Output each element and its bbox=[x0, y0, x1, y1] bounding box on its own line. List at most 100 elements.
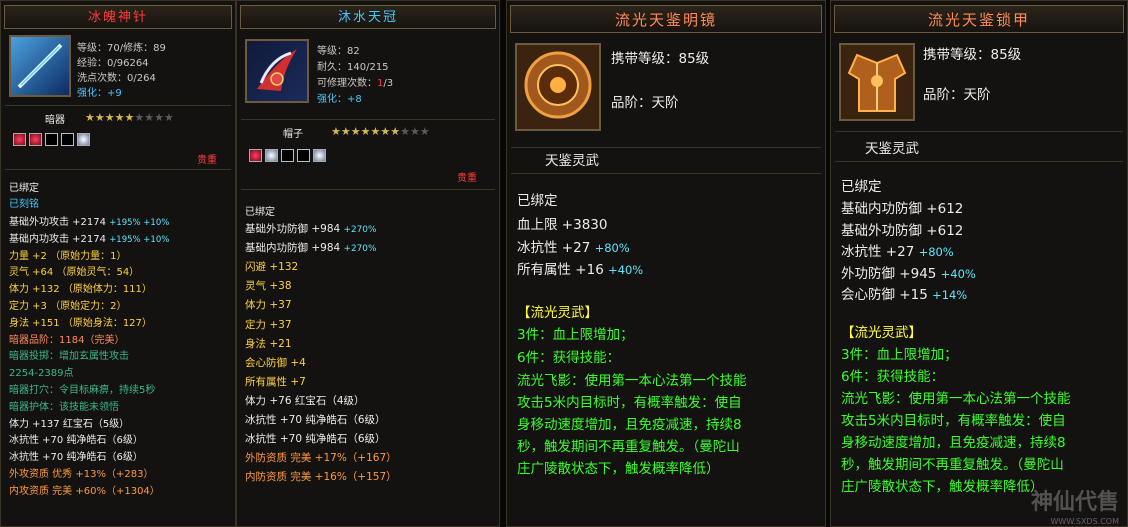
attribute-line: 会心防御 +15 +14% bbox=[841, 283, 967, 303]
rarity-label: 贵重 bbox=[197, 155, 217, 166]
watermark-url: WWW.SXDS.COM bbox=[1050, 517, 1119, 526]
white-gem-icon[interactable] bbox=[313, 149, 326, 162]
attribute-line: 所有属性 +7 bbox=[245, 374, 306, 389]
attribute-bonus: +14% bbox=[932, 288, 968, 303]
red-gem-icon[interactable] bbox=[29, 133, 42, 146]
star-filled-icon: ★ bbox=[370, 125, 381, 138]
attribute-text: 2254-2389点 bbox=[9, 368, 74, 380]
attribute-text: 外功防御 +945 bbox=[841, 265, 941, 282]
bound-status: 已绑定 bbox=[9, 183, 39, 194]
attribute-line: 内防资质 完美 +16%（+157） bbox=[245, 469, 397, 484]
item-title: 沐水天冠 bbox=[240, 5, 496, 29]
attribute-line: 灵气 +38 bbox=[245, 278, 292, 293]
mirror-icon[interactable] bbox=[515, 43, 601, 131]
item-title: 流光天鉴明镜 bbox=[510, 5, 822, 33]
skill-line: 身移动速度增加，且免疫减速，持续8 bbox=[517, 417, 742, 433]
item-title: 冰魄神针 bbox=[4, 5, 232, 29]
attribute-line: 基础内功攻击 +2174 +195% +10% bbox=[9, 230, 169, 245]
attribute-text: 冰抗性 +70 纯净皓石（6级） bbox=[245, 433, 386, 446]
attribute-line: 身法 +151 （原始身法：127） bbox=[9, 314, 152, 329]
item-subtype: 天鉴灵武 bbox=[545, 153, 599, 169]
red-gem-icon[interactable] bbox=[13, 133, 26, 146]
star-filled-icon: ★ bbox=[350, 125, 361, 138]
white-gem-icon[interactable] bbox=[265, 149, 278, 162]
item-subtype: 天鉴灵武 bbox=[865, 141, 919, 157]
attribute-text: 暗器护体：该技能未领悟 bbox=[9, 401, 119, 413]
attribute-text: 基础内功防御 +612 bbox=[841, 201, 964, 217]
needle-glyph-icon bbox=[17, 43, 63, 89]
skill-line: 身移动速度增加，且免疫减速，持续8 bbox=[841, 435, 1066, 451]
red-gem-icon[interactable] bbox=[249, 149, 262, 162]
watermark: 神仙代售 bbox=[1030, 490, 1119, 515]
attribute-text: 暗器品阶：1184（完美） bbox=[9, 334, 125, 346]
skill-line: 流光飞影：使用第一本心法第一个技能 bbox=[517, 373, 747, 389]
star-filled-icon: ★ bbox=[380, 125, 391, 138]
attribute-line: 冰抗性 +70 纯净皓石（6级） bbox=[245, 412, 386, 427]
bound-status: 已绑定 bbox=[517, 193, 558, 209]
attribute-text: 体力 +76 红宝石（4级） bbox=[245, 394, 365, 407]
star-filled-icon: ★ bbox=[360, 125, 371, 138]
attribute-text: 基础外功防御 +612 bbox=[841, 222, 964, 239]
set-bonus-3: 3件：血上限增加； bbox=[517, 327, 634, 343]
item-repair: 可修理次数：1/3 bbox=[317, 74, 393, 89]
star-empty-icon: ★ bbox=[410, 125, 420, 138]
star-rating: ★★★★★★★★★ bbox=[85, 111, 174, 124]
attribute-text: 冰抗性 +70 纯净皓石（6级） bbox=[245, 414, 386, 426]
attribute-line: 力量 +2 （原始力量：1） bbox=[9, 247, 126, 262]
attribute-line: 暗器投掷：增加玄属性攻击 bbox=[9, 347, 129, 362]
set-name: 【流光灵武】 bbox=[517, 305, 598, 321]
item-panel-armor: 流光天鉴锁甲 携带等级：85级 品阶：天阶 天鉴灵武 已绑定 基础内功防御 +6… bbox=[830, 0, 1128, 527]
attribute-text: 基础内功防御 +984 bbox=[245, 242, 344, 255]
attribute-bonus: +270% bbox=[343, 244, 377, 255]
attribute-bonus: +195% +10% bbox=[109, 218, 170, 228]
attribute-line: 外功防御 +945 +40% bbox=[841, 262, 976, 282]
attribute-line: 血上限 +3830 bbox=[517, 213, 607, 233]
star-empty-icon: ★ bbox=[400, 125, 410, 138]
attribute-line: 冰抗性 +70 纯净皓石（6级） bbox=[245, 431, 386, 446]
skill-line: 攻击5米内目标时，有概率触发：使自 bbox=[517, 395, 742, 411]
white-gem-icon[interactable] bbox=[77, 133, 90, 146]
attribute-text: 内防资质 完美 +16%（+157） bbox=[245, 471, 397, 484]
attribute-line: 闪避 +132 bbox=[245, 259, 298, 274]
skill-line: 秒，触发期间不再重复触发。（曼陀山 bbox=[841, 457, 1064, 473]
item-level: 等级：70/修炼：89 bbox=[77, 43, 166, 54]
star-filled-icon: ★ bbox=[114, 111, 125, 124]
engraved-status: 已刻铭 bbox=[9, 199, 39, 210]
item-durability: 耐久：140/215 bbox=[317, 62, 389, 73]
attribute-line: 暗器打穴：令目标麻痹，持续5秒 bbox=[9, 381, 155, 396]
needle-icon[interactable] bbox=[9, 35, 71, 97]
attribute-line: 会心防御 +4 bbox=[245, 355, 306, 370]
enhance-label: 强化： bbox=[317, 94, 347, 105]
attribute-text: 基础外功攻击 +2174 bbox=[9, 217, 110, 228]
attribute-text: 冰抗性 +27 bbox=[841, 244, 919, 261]
attribute-text: 体力 +132 （原始体力：111） bbox=[9, 284, 152, 296]
crown-icon[interactable] bbox=[245, 39, 309, 103]
attribute-text: 灵气 +38 bbox=[245, 280, 292, 293]
empty-gem-slot-icon[interactable] bbox=[45, 133, 58, 146]
empty-gem-slot-icon[interactable] bbox=[297, 149, 310, 162]
attribute-line: 体力 +76 红宝石（4级） bbox=[245, 393, 365, 408]
set-name: 【流光灵武】 bbox=[841, 325, 922, 341]
attribute-line: 基础内功防御 +984 +270% bbox=[245, 240, 376, 255]
item-exp: 经验：0/96264 bbox=[77, 58, 149, 69]
attribute-line: 基础外功防御 +984 +270% bbox=[245, 221, 376, 236]
attribute-line: 冰抗性 +27 +80% bbox=[517, 236, 630, 256]
empty-gem-slot-icon[interactable] bbox=[61, 133, 74, 146]
star-filled-icon: ★ bbox=[94, 111, 105, 124]
armor-icon[interactable] bbox=[839, 43, 915, 121]
attribute-text: 外攻资质 优秀 +13%（+283） bbox=[9, 469, 154, 480]
empty-gem-slot-icon[interactable] bbox=[281, 149, 294, 162]
bound-status: 已绑定 bbox=[245, 207, 275, 218]
gem-slots bbox=[13, 129, 93, 148]
attribute-line: 冰抗性 +70 纯净皓石（6级） bbox=[9, 431, 143, 446]
attribute-text: 血上限 +3830 bbox=[517, 217, 608, 233]
attribute-line: 体力 +137 红宝石（5级） bbox=[9, 415, 129, 430]
item-wash: 洗点次数：0/264 bbox=[77, 73, 156, 84]
skill-line: 庄广陵散状态下，触发概率降低） bbox=[517, 461, 720, 477]
attribute-line: 暗器护体：该技能未领悟 bbox=[9, 398, 119, 413]
skill-line: 庄广陵散状态下，触发概率降低） bbox=[841, 479, 1044, 495]
star-filled-icon: ★ bbox=[124, 111, 135, 124]
item-grade: 品阶：天阶 bbox=[611, 95, 679, 111]
item-panel-hat: 沐水天冠 等级：82 耐久：140/215 可修理次数：1/3 强化：+8 帽子… bbox=[236, 0, 500, 527]
star-filled-icon: ★ bbox=[390, 125, 401, 138]
